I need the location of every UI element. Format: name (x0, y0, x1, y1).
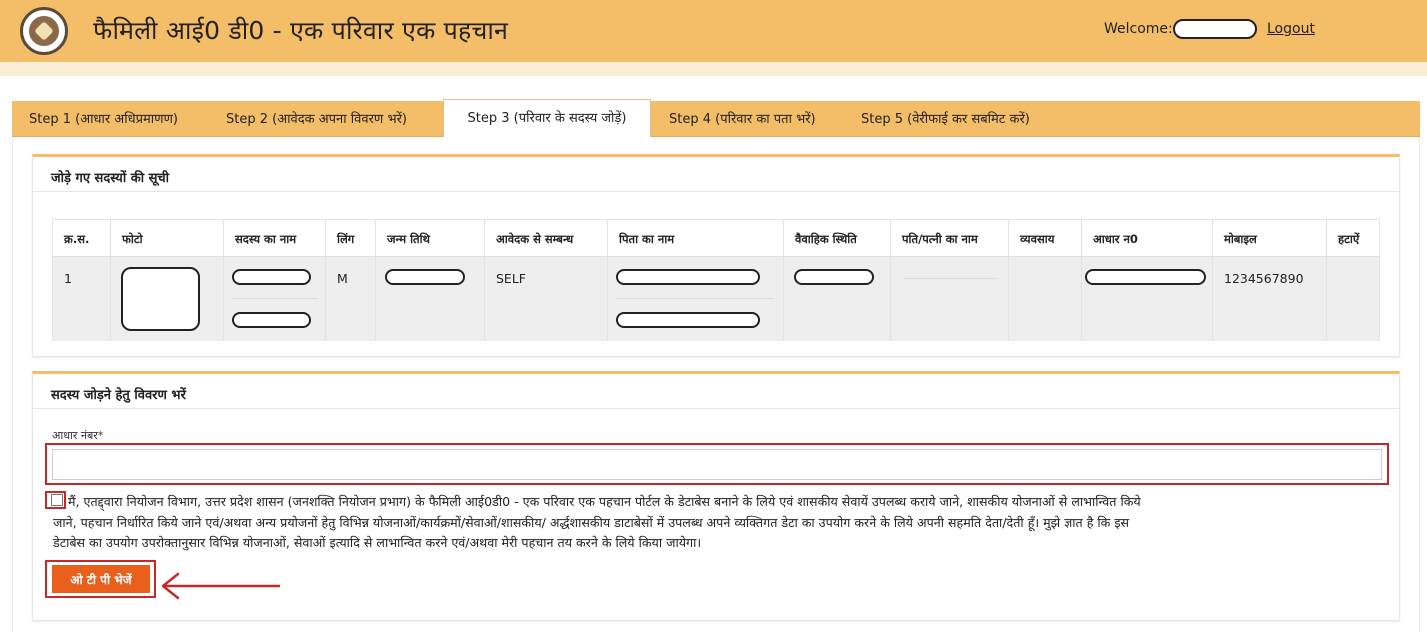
tab-step-2[interactable]: Step 2 (आवेदक अपना विवरण भरें) (226, 101, 407, 137)
panel-divider (33, 191, 1399, 192)
col-aadhaar: आधार न0 (1082, 220, 1213, 256)
consent-checkbox[interactable] (51, 494, 63, 506)
send-otp-button[interactable]: ओ टी पी भेजें (52, 565, 150, 593)
aadhaar-number-redacted (1085, 269, 1206, 285)
col-marital-status: वैवाहिक स्थिति (784, 220, 891, 256)
col-photo: फोटो (111, 220, 224, 256)
add-member-title: सदस्य जोड़ने हेतु विवरण भरें (51, 388, 186, 403)
header-band (0, 62, 1427, 76)
member-father-cell (608, 257, 784, 341)
col-gender: लिंग (326, 220, 376, 256)
member-spouse-cell (891, 257, 1009, 341)
consent-text: मैं, एतद्द्वारा नियोजन विभाग, उत्तर प्रद… (53, 492, 1388, 554)
logout-link[interactable]: Logout (1267, 21, 1315, 37)
member-aadhaar-cell (1082, 257, 1213, 341)
member-occupation-cell (1009, 257, 1082, 341)
top-header: फैमिली आई0 डी0 - एक परिवार एक पहचान Welc… (0, 0, 1427, 62)
steps-tabbar: Step 1 (आधार अधिप्रमाणण) Step 2 (आवेदक अ… (12, 99, 1420, 138)
tab-step-5[interactable]: Step 5 (वेरीफाई कर सबमिट करें) (861, 101, 1030, 137)
col-dob: जन्म तिथि (376, 220, 485, 256)
panel-divider (33, 408, 1399, 409)
aadhaar-input[interactable] (52, 449, 1382, 480)
welcome-username-redacted (1173, 19, 1257, 39)
member-relation: SELF (485, 257, 608, 341)
col-occupation: व्यवसाय (1009, 220, 1082, 256)
up-government-emblem-icon (20, 7, 68, 55)
member-mobile: 1234567890 (1213, 257, 1327, 341)
member-name-redacted (232, 269, 311, 285)
table-row: 1 M SELF 1234567890 (53, 257, 1379, 341)
col-mobile: मोबाइल (1213, 220, 1327, 256)
member-remove-cell[interactable] (1327, 257, 1381, 341)
members-list-title: जोड़े गए सदस्यों की सूची (51, 171, 169, 186)
col-sno: क्र.स. (53, 220, 111, 256)
col-remove: हटाऐं (1338, 232, 1360, 246)
member-dob-cell (376, 257, 485, 341)
member-name-redacted-2 (232, 312, 311, 328)
member-photo-cell (111, 257, 224, 341)
tab-step-3[interactable]: Step 3 (परिवार के सदस्य जोड़ें) (443, 99, 651, 138)
consent-line-1: मैं, एतद्द्वारा नियोजन विभाग, उत्तर प्रद… (68, 494, 1141, 509)
tab-step-1[interactable]: Step 1 (आधार अधिप्रमाणण) (29, 101, 178, 137)
tab-step-4[interactable]: Step 4 (परिवार का पता भरें) (669, 101, 816, 137)
consent-line-2: जाने, पहचान निर्धारित किये जाने एवं/अथवा… (53, 514, 1130, 530)
member-sno: 1 (53, 257, 111, 341)
father-name-redacted (616, 269, 760, 285)
cell-divider (616, 298, 774, 299)
member-marital-cell (784, 257, 891, 341)
father-name-redacted-2 (616, 312, 760, 328)
members-table: क्र.स. फोटो सदस्य का नाम लिंग जन्म तिथि … (52, 219, 1380, 341)
cell-divider (232, 298, 318, 299)
marital-status-redacted (794, 269, 874, 285)
page-title: फैमिली आई0 डी0 - एक परिवार एक पहचान (93, 16, 509, 45)
arrow-left-icon (161, 572, 280, 600)
col-spouse-name: पति/पत्नी का नाम (891, 220, 1009, 256)
table-header-row: क्र.स. फोटो सदस्य का नाम लिंग जन्म तिथि … (53, 220, 1379, 257)
member-gender: M (326, 257, 376, 341)
member-dob-redacted (385, 269, 465, 285)
member-name-cell (224, 257, 326, 341)
col-relation: आवेदक से सम्बन्ध (485, 220, 608, 256)
col-father-name: पिता का नाम (608, 220, 784, 256)
col-member-name: सदस्य का नाम (224, 220, 326, 256)
cell-divider (903, 278, 997, 279)
member-photo (121, 267, 200, 331)
consent-line-3: डेटाबेस का उपयोग उपरोक्तानुसार विभिन्न य… (53, 535, 702, 550)
aadhaar-label: आधार नंबर* (52, 429, 104, 442)
welcome-label: Welcome: (1104, 21, 1173, 37)
